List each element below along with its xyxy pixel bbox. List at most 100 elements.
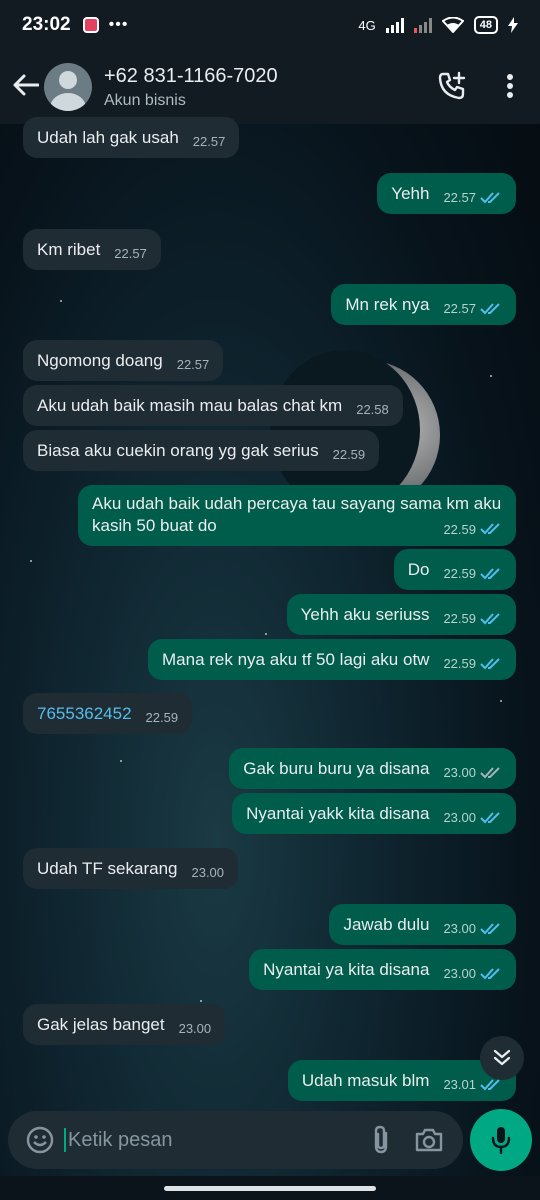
message-meta: 23.00 xyxy=(443,904,502,936)
message-outgoing[interactable]: Nyantai yakk kita disana 23.00 xyxy=(232,793,516,834)
add-call-button[interactable] xyxy=(430,64,474,108)
avatar[interactable] xyxy=(44,63,92,111)
message-outgoing[interactable]: Mana rek nya aku tf 50 lagi aku otw 22.5… xyxy=(148,639,516,680)
message-meta: 22.59 xyxy=(333,430,366,462)
message-outgoing[interactable]: Nyantai ya kita disana 23.00 xyxy=(249,949,516,990)
message-incoming[interactable]: Udah lah gak usah 22.57 xyxy=(23,117,240,158)
contact-name: +62 831-1166-7020 xyxy=(104,64,278,87)
message-text: Aku udah baik udah percaya tau sayang sa… xyxy=(92,494,502,513)
read-receipt-icon xyxy=(480,1078,500,1090)
delivered-receipt-icon xyxy=(480,766,500,778)
message-meta: 22.57 xyxy=(177,340,210,372)
emoji-icon xyxy=(26,1126,54,1154)
message-text: Gak buru buru ya disana xyxy=(243,759,430,778)
message-incoming[interactable]: Biasa aku cuekin orang yg gak serius 22.… xyxy=(23,430,380,471)
message-incoming[interactable]: Ngomong doang 22.57 xyxy=(23,340,224,381)
message-time: 22.58 xyxy=(356,402,389,417)
read-receipt-icon xyxy=(480,922,500,934)
message-input[interactable]: Ketik pesan xyxy=(64,1120,357,1160)
message-text: Biasa aku cuekin orang yg gak serius xyxy=(37,441,319,460)
message-time: 23.00 xyxy=(443,810,476,825)
message-time: 23.00 xyxy=(443,966,476,981)
message-text: Do xyxy=(407,560,430,579)
home-gesture-pill[interactable] xyxy=(164,1186,376,1191)
message-time: 22.57 xyxy=(443,301,476,316)
contact-subtitle: Akun bisnis xyxy=(104,91,186,109)
read-receipt-icon xyxy=(480,191,500,203)
camera-button[interactable] xyxy=(405,1116,453,1164)
message-composer: Ketik pesan xyxy=(8,1111,463,1169)
message-meta: 22.59 xyxy=(443,549,502,581)
message-outgoing[interactable]: Do 22.59 xyxy=(393,549,516,590)
attach-button[interactable] xyxy=(357,1116,405,1164)
wifi-icon xyxy=(441,17,464,33)
message-time: 22.57 xyxy=(443,190,476,205)
message-time: 23.00 xyxy=(443,921,476,936)
message-text-line2: kasih 50 buat do xyxy=(92,516,217,535)
message-text: Jawab dulu xyxy=(343,915,430,934)
read-receipt-icon xyxy=(480,523,500,535)
message-text: Mana rek nya aku tf 50 lagi aku otw xyxy=(162,650,430,669)
message-meta: 23.00 xyxy=(443,793,502,825)
message-time: 22.59 xyxy=(443,521,476,537)
message-incoming[interactable]: Udah TF sekarang 23.00 xyxy=(23,848,239,889)
message-outgoing[interactable]: Jawab dulu 23.00 xyxy=(329,904,516,945)
paperclip-icon xyxy=(374,1125,388,1154)
message-text: Udah masuk blm xyxy=(301,1071,430,1090)
message-meta: 23.00 xyxy=(443,748,502,780)
signal-2-icon xyxy=(413,17,432,33)
message-time: 22.59 xyxy=(332,447,366,462)
message-text: Yehh aku seriuss xyxy=(300,605,430,624)
message-text: Nyantai ya kita disana xyxy=(263,960,430,979)
phone-number-link[interactable]: 7655362452 xyxy=(37,693,132,725)
read-receipt-icon xyxy=(480,567,500,579)
instagram-icon xyxy=(82,17,99,33)
message-meta: 22.58 xyxy=(356,385,389,417)
contact-info[interactable]: +62 831-1166-7020 Akun bisnis xyxy=(104,65,278,110)
message-meta: 23.00 xyxy=(443,949,502,981)
message-time: 22.59 xyxy=(443,611,476,626)
message-time: 23.00 xyxy=(178,1021,212,1036)
message-meta: 22.57 xyxy=(193,117,226,149)
message-outgoing[interactable]: Aku udah baik udah percaya tau sayang sa… xyxy=(78,485,516,546)
voice-record-button[interactable] xyxy=(470,1109,532,1171)
message-meta: 22.57 xyxy=(114,229,147,261)
message-time: 22.57 xyxy=(176,357,210,372)
message-input-placeholder: Ketik pesan xyxy=(68,1128,173,1151)
message-text: Udah lah gak usah xyxy=(37,128,179,147)
message-meta: 22.59 xyxy=(443,639,502,671)
chat-header: +62 831-1166-7020 Akun bisnis xyxy=(0,50,540,124)
message-incoming[interactable]: Aku udah baik masih mau balas chat km 22… xyxy=(23,385,403,426)
message-time: 22.57 xyxy=(114,246,147,261)
message-incoming[interactable]: Km ribet 22.57 xyxy=(23,229,161,270)
more-notifications-icon: ••• xyxy=(108,16,129,33)
message-time: 22.59 xyxy=(443,656,476,671)
message-text: Udah TF sekarang xyxy=(37,859,178,878)
message-text: Nyantai yakk kita disana xyxy=(246,804,430,823)
network-type: 4G xyxy=(358,17,376,33)
read-receipt-icon xyxy=(480,612,500,624)
message-text: Km ribet xyxy=(37,240,101,259)
read-receipt-icon xyxy=(480,657,500,669)
message-time: 23.01 xyxy=(443,1077,476,1092)
message-incoming[interactable]: Gak jelas banget 23.00 xyxy=(23,1004,226,1045)
more-vert-icon xyxy=(507,74,513,98)
message-outgoing[interactable]: Yehh 22.57 xyxy=(377,173,516,214)
menu-button[interactable] xyxy=(488,64,532,108)
message-outgoing[interactable]: Gak buru buru ya disana 23.00 xyxy=(229,748,516,789)
message-outgoing[interactable]: Yehh aku seriuss 22.59 xyxy=(286,594,516,635)
message-meta: 22.59 xyxy=(146,693,179,725)
scroll-to-bottom-button[interactable] xyxy=(480,1036,524,1080)
add-call-icon xyxy=(438,71,466,100)
message-meta: 23.00 xyxy=(179,1004,212,1036)
message-time: 22.59 xyxy=(443,566,476,581)
emoji-button[interactable] xyxy=(16,1116,64,1164)
status-bar: 23:02 ••• 4G 48 xyxy=(0,0,540,50)
message-meta: 22.59 xyxy=(443,594,502,626)
message-text: Gak jelas banget xyxy=(37,1015,165,1034)
message-incoming[interactable]: 7655362452 22.59 xyxy=(23,693,193,734)
message-outgoing[interactable]: Mn rek nya 22.57 xyxy=(331,284,516,325)
back-arrow-icon[interactable] xyxy=(6,70,46,104)
microphone-icon xyxy=(491,1127,511,1155)
camera-icon xyxy=(415,1128,443,1152)
